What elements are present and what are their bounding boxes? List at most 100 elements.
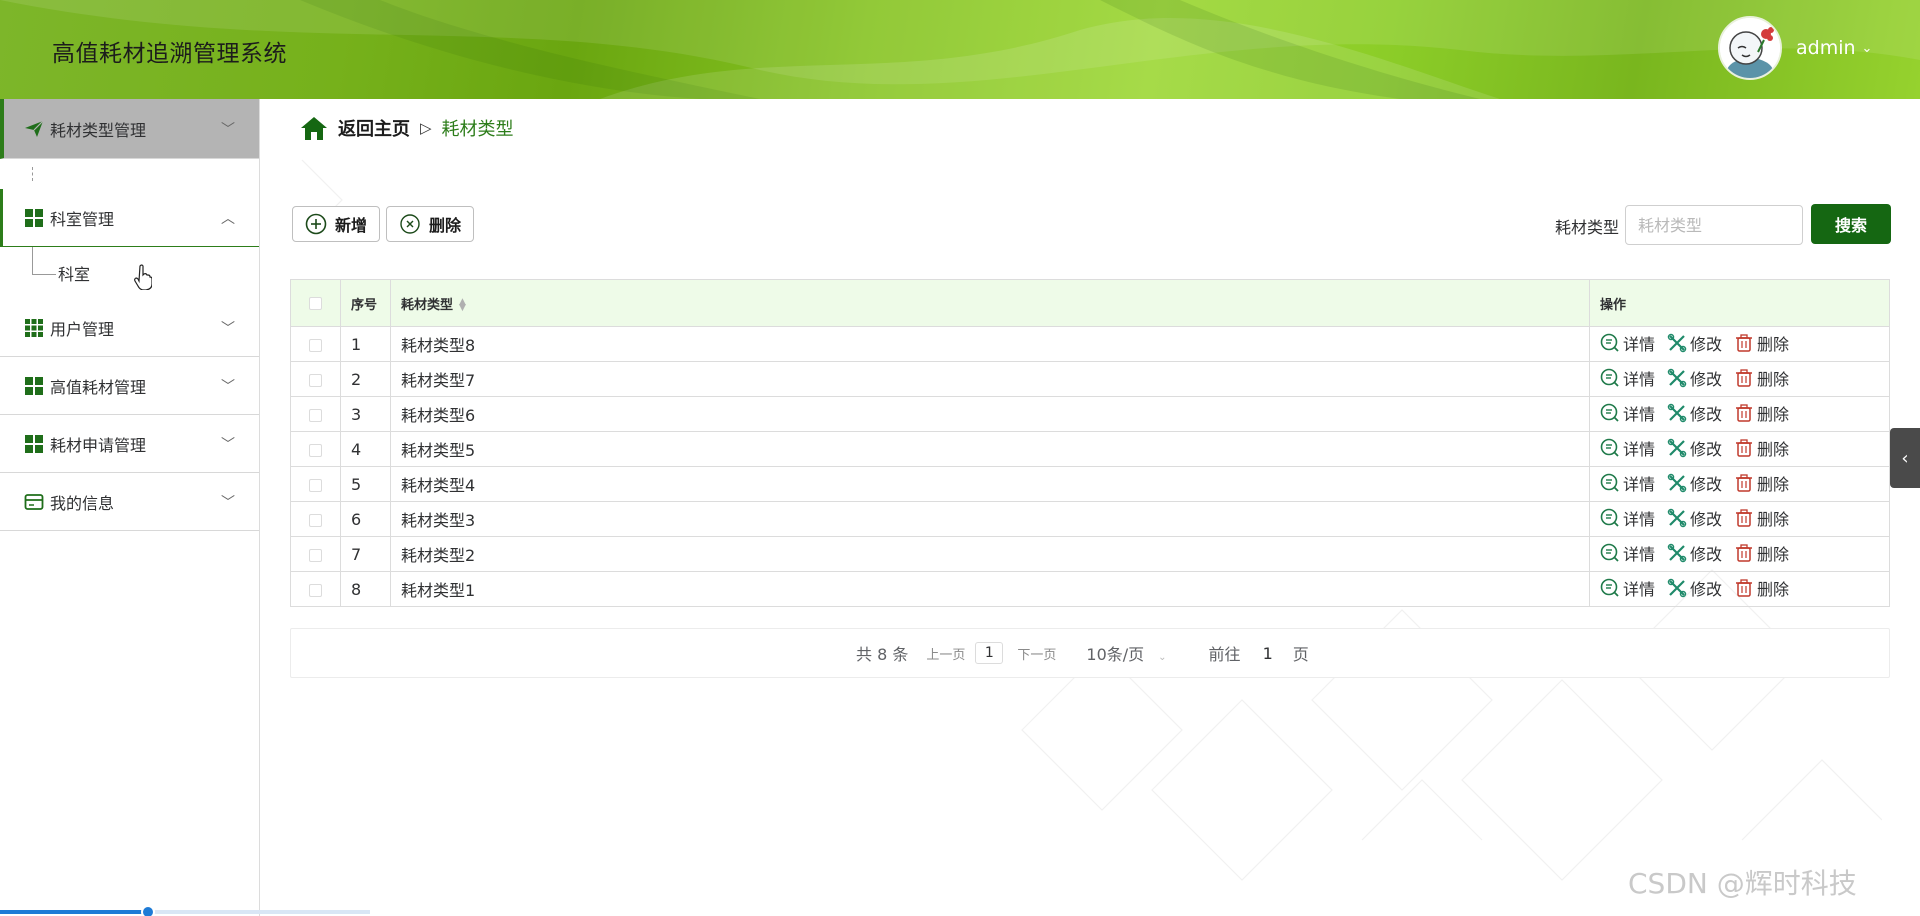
edit-button[interactable]: 修改	[1667, 541, 1722, 565]
sidebar-item-consumable-type[interactable]: 耗材类型管理 ﹀	[0, 99, 259, 159]
row-checkbox[interactable]	[309, 513, 322, 527]
row-checkbox[interactable]	[309, 338, 322, 352]
username: admin	[1796, 37, 1856, 59]
sidebar-item-my-info[interactable]: 我的信息 ﹀	[0, 473, 259, 531]
row-ops: 详情 修改 删除	[1589, 501, 1890, 537]
row-checkbox[interactable]	[309, 478, 322, 492]
prev-page-button[interactable]: 上一页	[926, 644, 965, 663]
add-button-label: 新增	[335, 216, 368, 235]
row-checkbox-cell	[290, 571, 341, 607]
side-panel-toggle[interactable]: ‹	[1890, 428, 1920, 488]
row-checkbox[interactable]	[309, 548, 322, 562]
table-row: 1 耗材类型8 详情 修改 删除	[290, 326, 1890, 362]
delete-button[interactable]: 删除	[1734, 471, 1789, 495]
edit-button[interactable]: 修改	[1667, 576, 1722, 600]
column-header-index: 序号	[340, 279, 391, 327]
detail-label: 详情	[1623, 370, 1656, 389]
detail-button[interactable]: 详情	[1600, 471, 1655, 495]
delete-button[interactable]: 删除	[1734, 366, 1789, 390]
detail-label: 详情	[1623, 475, 1656, 494]
delete-button[interactable]: 删除	[1734, 506, 1789, 530]
search-input[interactable]	[1625, 205, 1803, 245]
goto-page-input[interactable]: 1	[1263, 644, 1273, 663]
delete-button[interactable]: 删除	[1734, 331, 1789, 355]
wrench-icon	[1667, 473, 1687, 493]
edit-button[interactable]: 修改	[1667, 436, 1722, 460]
trash-icon	[1736, 334, 1753, 352]
table-header-row: 序号 耗材类型 ▲ ▼ 操作	[290, 279, 1890, 327]
column-header-ops: 操作	[1589, 279, 1890, 327]
detail-icon	[1600, 368, 1619, 387]
detail-button[interactable]: 详情	[1600, 331, 1655, 355]
next-page-button[interactable]: 下一页	[1017, 644, 1056, 663]
row-checkbox[interactable]	[309, 408, 322, 422]
avatar[interactable]	[1718, 16, 1782, 80]
current-page-number[interactable]: 1	[975, 642, 1004, 664]
paper-plane-icon	[24, 119, 44, 139]
progress-handle[interactable]	[141, 905, 155, 916]
edit-button[interactable]: 修改	[1667, 366, 1722, 390]
detail-icon	[1600, 473, 1619, 492]
grid-9-icon	[24, 318, 44, 338]
row-checkbox[interactable]	[309, 373, 322, 387]
sidebar-item-label: 我的信息	[50, 493, 115, 513]
row-index: 7	[340, 536, 391, 572]
detail-label: 详情	[1623, 405, 1656, 424]
wrench-icon	[1667, 368, 1687, 388]
hand-cursor-icon	[134, 264, 152, 290]
delete-label: 删除	[1757, 440, 1790, 459]
chevron-down-icon: ⌄	[1861, 40, 1873, 56]
column-header-type[interactable]: 耗材类型 ▲ ▼	[390, 279, 1590, 327]
detail-button[interactable]: 详情	[1600, 436, 1655, 460]
chevron-up-icon: ︿	[221, 210, 235, 227]
sidebar-item-user[interactable]: 用户管理 ﹀	[0, 299, 259, 357]
detail-button[interactable]: 详情	[1600, 401, 1655, 425]
wrench-icon	[1667, 438, 1687, 458]
detail-button[interactable]: 详情	[1600, 506, 1655, 530]
breadcrumb-home[interactable]: 返回主页	[338, 115, 410, 141]
add-button[interactable]: 新增	[292, 206, 380, 242]
sidebar-item-department[interactable]: 科室管理 ︿	[0, 189, 259, 247]
row-checkbox[interactable]	[309, 583, 322, 597]
select-all-checkbox[interactable]	[309, 296, 322, 310]
row-index: 4	[340, 431, 391, 467]
row-index: 8	[340, 571, 391, 607]
delete-button[interactable]: 删除	[1734, 436, 1789, 460]
delete-button[interactable]: 删除	[1734, 576, 1789, 600]
edit-button[interactable]: 修改	[1667, 401, 1722, 425]
row-checkbox-cell	[290, 326, 341, 362]
watermark: CSDN @辉时科技	[1628, 867, 1857, 900]
chevron-down-icon: ﹀	[221, 378, 235, 395]
batch-delete-button[interactable]: 删除	[386, 206, 474, 242]
sort-caret-icon[interactable]: ▲ ▼	[459, 298, 466, 313]
detail-button[interactable]: 详情	[1600, 541, 1655, 565]
page-size-select[interactable]: 10条/页 ⌄	[1086, 641, 1166, 665]
detail-icon	[1600, 508, 1619, 527]
delete-label: 删除	[1757, 335, 1790, 354]
user-menu[interactable]: admin ⌄	[1796, 37, 1872, 59]
detail-button[interactable]: 详情	[1600, 366, 1655, 390]
sidebar-item-high-value[interactable]: 高值耗材管理 ﹀	[0, 357, 259, 415]
detail-label: 详情	[1623, 335, 1656, 354]
sidebar-item-application[interactable]: 耗材申请管理 ﹀	[0, 415, 259, 473]
pagination-total: 共 8 条	[856, 645, 909, 664]
search-button[interactable]: 搜索	[1811, 204, 1891, 244]
home-icon[interactable]	[300, 115, 328, 141]
row-checkbox[interactable]	[309, 443, 322, 457]
edit-button[interactable]: 修改	[1667, 506, 1722, 530]
detail-icon	[1600, 543, 1619, 562]
header-wave-decoration	[0, 0, 1920, 99]
plus-circle-icon	[305, 213, 327, 235]
edit-label: 修改	[1690, 545, 1723, 564]
edit-label: 修改	[1690, 335, 1723, 354]
edit-label: 修改	[1690, 580, 1723, 599]
sidebar: 耗材类型管理 ﹀ 科室管理 ︿ 科室 用户管理 ﹀ 高值耗材管理 ﹀ 耗材申请管…	[0, 99, 260, 916]
detail-button[interactable]: 详情	[1600, 576, 1655, 600]
delete-button[interactable]: 删除	[1734, 541, 1789, 565]
edit-button[interactable]: 修改	[1667, 331, 1722, 355]
sidebar-subitem-department[interactable]: 科室	[0, 247, 259, 299]
row-index: 2	[340, 361, 391, 397]
edit-button[interactable]: 修改	[1667, 471, 1722, 495]
row-checkbox-cell	[290, 361, 341, 397]
delete-button[interactable]: 删除	[1734, 401, 1789, 425]
